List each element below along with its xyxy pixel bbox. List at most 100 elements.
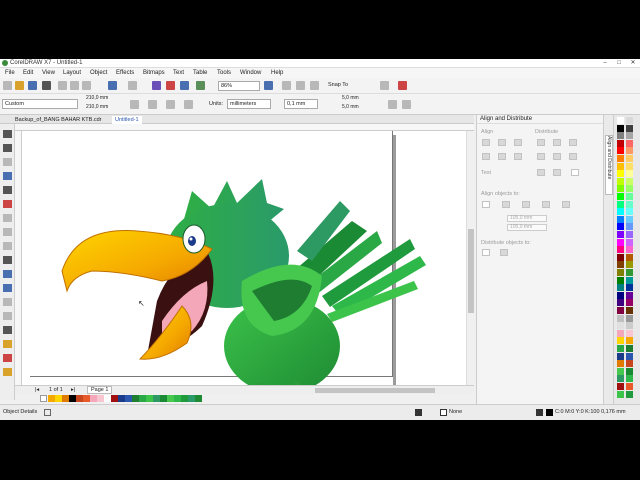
fill-tool-icon[interactable] xyxy=(415,409,422,416)
transparency-icon[interactable] xyxy=(3,312,12,320)
align-top-icon[interactable] xyxy=(482,153,490,160)
color-swatch[interactable] xyxy=(617,261,624,269)
color-swatch[interactable] xyxy=(617,170,624,178)
connector-tool-icon[interactable] xyxy=(3,284,12,292)
rectangle-tool-icon[interactable] xyxy=(3,214,12,222)
color-swatch[interactable] xyxy=(626,261,633,269)
swatch[interactable] xyxy=(125,395,132,402)
undo-icon[interactable] xyxy=(108,81,117,90)
color-swatch[interactable] xyxy=(617,155,624,162)
polygon-tool-icon[interactable] xyxy=(3,242,12,250)
color-swatch[interactable] xyxy=(626,215,633,223)
color-swatch[interactable] xyxy=(626,314,633,322)
rulers-icon[interactable] xyxy=(282,81,291,90)
color-swatch[interactable] xyxy=(626,299,633,307)
swatch[interactable] xyxy=(118,395,125,402)
color-swatch[interactable] xyxy=(617,177,624,185)
swatch[interactable] xyxy=(111,395,118,402)
color-swatch[interactable] xyxy=(617,360,624,368)
distribute-right-icon[interactable] xyxy=(569,139,577,146)
launch-icon[interactable] xyxy=(398,81,407,90)
tab-align-and-distribute[interactable]: Align and Distribute xyxy=(605,135,613,195)
color-swatch[interactable] xyxy=(626,177,633,185)
swatch[interactable] xyxy=(181,395,188,402)
nudge-distance-field[interactable]: 0,1 mm xyxy=(284,99,318,109)
color-swatch[interactable] xyxy=(626,253,633,261)
swatch[interactable] xyxy=(48,395,55,402)
color-swatch[interactable] xyxy=(626,307,633,314)
color-swatch[interactable] xyxy=(626,139,633,147)
full-screen-icon[interactable] xyxy=(264,81,273,90)
color-swatch[interactable] xyxy=(617,375,624,383)
distribute-center-icon[interactable] xyxy=(553,139,561,146)
smart-fill-icon[interactable] xyxy=(3,354,12,362)
page-size-select[interactable]: Custom xyxy=(2,99,78,109)
redo-icon[interactable] xyxy=(128,81,137,90)
tab-untitled-1[interactable]: Untitled-1 xyxy=(112,116,142,124)
color-swatch[interactable] xyxy=(617,307,624,314)
text-bounding-box-icon[interactable] xyxy=(571,169,579,176)
outline-pen-icon[interactable] xyxy=(3,368,12,376)
color-swatch[interactable] xyxy=(626,162,633,170)
color-swatch[interactable] xyxy=(626,238,633,246)
swatch[interactable] xyxy=(104,395,111,402)
menu-edit[interactable]: Edit xyxy=(23,70,33,76)
color-swatch[interactable] xyxy=(617,124,624,132)
color-swatch[interactable] xyxy=(617,390,624,398)
menu-help[interactable]: Help xyxy=(271,70,283,76)
color-swatch[interactable] xyxy=(626,269,633,276)
distribute-page-icon[interactable] xyxy=(500,249,508,256)
color-swatch[interactable] xyxy=(617,276,624,284)
text-last-line-icon[interactable] xyxy=(553,169,561,176)
color-swatch[interactable] xyxy=(617,139,624,147)
swatch[interactable] xyxy=(139,395,146,402)
text-tool-icon[interactable] xyxy=(3,256,12,264)
close-button[interactable]: ✕ xyxy=(626,59,640,68)
color-swatch[interactable] xyxy=(617,215,624,223)
swatch[interactable] xyxy=(62,395,69,402)
specified-point-icon[interactable] xyxy=(562,201,570,208)
color-swatch[interactable] xyxy=(617,352,624,360)
color-swatch[interactable] xyxy=(626,246,633,254)
color-swatch[interactable] xyxy=(626,132,633,140)
maximize-button[interactable]: □ xyxy=(612,59,626,68)
grid-icon[interactable] xyxy=(296,81,305,90)
options-icon[interactable] xyxy=(380,81,389,90)
object-details-toggle-icon[interactable] xyxy=(44,409,51,416)
open-icon[interactable] xyxy=(15,81,24,90)
outline-pen-status-icon[interactable] xyxy=(536,409,543,416)
color-swatch[interactable] xyxy=(617,200,624,208)
swatch[interactable] xyxy=(76,395,83,402)
menu-table[interactable]: Table xyxy=(193,70,207,76)
color-swatch[interactable] xyxy=(617,329,624,337)
cut-icon[interactable] xyxy=(58,81,67,90)
color-swatch[interactable] xyxy=(626,208,633,216)
freehand-tool-icon[interactable] xyxy=(3,186,12,194)
align-bottom-icon[interactable] xyxy=(514,153,522,160)
color-swatch[interactable] xyxy=(617,193,624,200)
page-center-icon[interactable] xyxy=(522,201,530,208)
color-swatch[interactable] xyxy=(617,208,624,216)
portrait-icon[interactable] xyxy=(130,100,139,109)
active-objects-icon[interactable] xyxy=(482,201,490,208)
menu-window[interactable]: Window xyxy=(240,70,261,76)
drop-shadow-icon[interactable] xyxy=(3,298,12,306)
color-swatch[interactable] xyxy=(617,345,624,352)
page-options-icon[interactable] xyxy=(402,100,411,109)
color-swatch[interactable] xyxy=(617,383,624,390)
swatch[interactable] xyxy=(69,395,76,402)
first-page-button[interactable]: |◂ xyxy=(35,387,39,393)
import-icon[interactable] xyxy=(166,81,175,90)
color-swatch[interactable] xyxy=(617,367,624,375)
zoom-level-combo[interactable]: 86% xyxy=(218,81,260,91)
align-center-v-icon[interactable] xyxy=(498,153,506,160)
swatch[interactable] xyxy=(83,395,90,402)
menu-text[interactable]: Text xyxy=(173,70,184,76)
swatch[interactable] xyxy=(146,395,153,402)
swatch[interactable] xyxy=(160,395,167,402)
color-swatch[interactable] xyxy=(626,352,633,360)
swatch[interactable] xyxy=(153,395,160,402)
horizontal-ruler[interactable] xyxy=(15,124,474,131)
color-swatch[interactable] xyxy=(617,337,624,345)
align-right-icon[interactable] xyxy=(514,139,522,146)
